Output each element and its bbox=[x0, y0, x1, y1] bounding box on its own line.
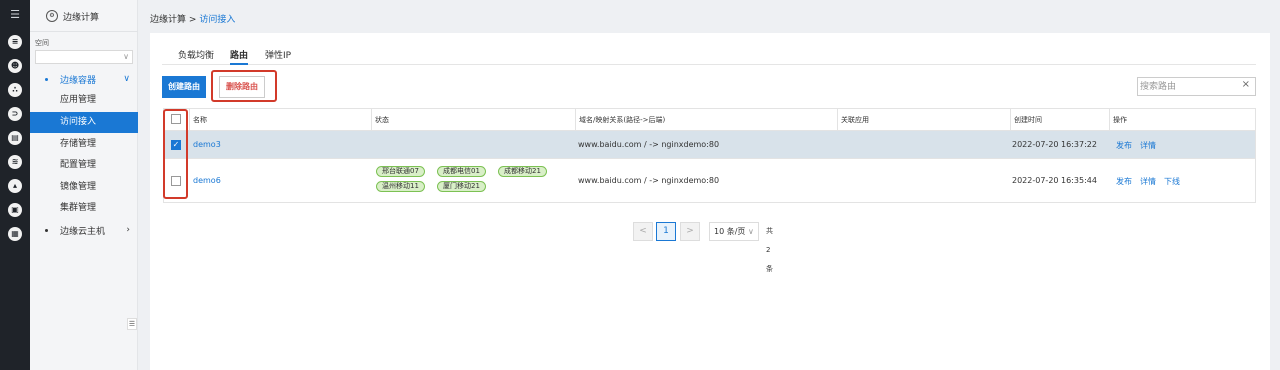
sidebar-group-edge-container[interactable]: 边缘容器 ∨ bbox=[30, 69, 138, 89]
database-icon[interactable]: ▤ bbox=[8, 131, 22, 145]
bullet-icon bbox=[45, 229, 48, 232]
app-name: 边缘计算 bbox=[63, 12, 100, 23]
chevron-down-icon: ∨ bbox=[123, 52, 129, 61]
sidebar-item-clusters[interactable]: 集群管理 bbox=[30, 198, 138, 219]
space-label: 空间 bbox=[35, 39, 49, 47]
delete-highlight-box bbox=[211, 70, 277, 102]
publish-link[interactable]: 发布 bbox=[1116, 176, 1132, 187]
breadcrumb-current: 访问接入 bbox=[199, 15, 236, 25]
bullet-icon bbox=[45, 78, 48, 81]
sidebar-item-images[interactable]: 镜像管理 bbox=[30, 177, 138, 198]
status-tag: 成都移动21 bbox=[498, 166, 547, 177]
main-card: 负载均衡 路由 弹性IP 创建路由 删除路由 × 名称 状态 域名/映射关系(路… bbox=[150, 33, 1270, 370]
space-select[interactable]: ∨ bbox=[35, 50, 133, 64]
storage-icon[interactable]: ≡ bbox=[8, 35, 22, 49]
total-count: 共2条 bbox=[766, 227, 773, 273]
column-header-status: 状态 bbox=[371, 109, 576, 131]
tab-route[interactable]: 路由 bbox=[230, 48, 249, 65]
column-header-actions: 操作 bbox=[1109, 109, 1255, 131]
layers-icon[interactable]: ≋ bbox=[8, 155, 22, 169]
menu-icon[interactable]: ☰ bbox=[8, 9, 22, 21]
sidebar-group-edge-vm[interactable]: 边缘云主机 › bbox=[30, 220, 138, 240]
network-icon[interactable]: ∴ bbox=[8, 83, 22, 97]
page-size-value: 10 条/页 bbox=[714, 227, 746, 236]
sidebar-item-storage[interactable]: 存储管理 bbox=[30, 134, 138, 155]
route-created-time: 2022-07-20 16:35:44 bbox=[1012, 176, 1097, 185]
collapse-sidebar-icon[interactable]: ☰ bbox=[127, 318, 137, 330]
column-header-mapping: 域名/映射关系(路径->后端) bbox=[575, 109, 837, 131]
status-tag: 温州移动11 bbox=[376, 181, 425, 192]
prev-page-button[interactable]: < bbox=[633, 222, 653, 241]
offline-link[interactable]: 下线 bbox=[1164, 176, 1180, 187]
edge-icon[interactable]: ⊃ bbox=[8, 107, 22, 121]
details-link[interactable]: 详情 bbox=[1140, 140, 1156, 151]
status-tag: 邢台联通07 bbox=[376, 166, 425, 177]
status-tag: 厦门移动21 bbox=[437, 181, 486, 192]
sidebar-group-label: 边缘容器 bbox=[60, 75, 97, 86]
robot-icon[interactable]: ☻ bbox=[8, 59, 22, 73]
page-1-button[interactable]: 1 bbox=[656, 222, 676, 241]
box-icon[interactable]: ▣ bbox=[8, 203, 22, 217]
route-name-link[interactable]: demo3 bbox=[193, 140, 221, 149]
device-icon[interactable]: ▦ bbox=[8, 227, 22, 241]
app-brand: ⚙ 边缘计算 bbox=[46, 8, 99, 24]
route-created-time: 2022-07-20 16:37:22 bbox=[1012, 140, 1097, 149]
sidebar: ⚙ 边缘计算 空间 ∨ 边缘容器 ∨ 应用管理 访问接入 存储管理 配置管理 镜… bbox=[30, 0, 138, 370]
cloud-icon[interactable]: ▴ bbox=[8, 179, 22, 193]
tab-load-balancer[interactable]: 负载均衡 bbox=[178, 48, 214, 65]
breadcrumb: 边缘计算 > 访问接入 bbox=[150, 12, 235, 25]
column-header-created: 创建时间 bbox=[1010, 109, 1110, 131]
table-row[interactable]: ✓ demo3 www.baidu.com / -> nginxdemo:80 … bbox=[164, 131, 1255, 159]
route-mapping: www.baidu.com / -> nginxdemo:80 bbox=[578, 176, 720, 185]
create-route-button[interactable]: 创建路由 bbox=[162, 76, 206, 98]
tab-bar: 负载均衡 路由 弹性IP bbox=[162, 45, 1256, 65]
tab-elastic-ip[interactable]: 弹性IP bbox=[265, 48, 291, 65]
sidebar-item-config[interactable]: 配置管理 bbox=[30, 155, 138, 176]
details-link[interactable]: 详情 bbox=[1140, 176, 1156, 187]
route-table: 名称 状态 域名/映射关系(路径->后端) 关联应用 创建时间 操作 ✓ dem… bbox=[163, 108, 1256, 203]
route-name-link[interactable]: demo6 bbox=[193, 176, 221, 185]
chevron-right-icon: › bbox=[126, 225, 130, 235]
chevron-down-icon: ∨ bbox=[745, 227, 754, 236]
publish-link[interactable]: 发布 bbox=[1116, 140, 1132, 151]
chevron-down-icon: ∨ bbox=[123, 74, 130, 84]
table-row[interactable]: demo6 邢台联通07 成都电信01 成都移动21 温州移动11 厦门移动21… bbox=[164, 160, 1255, 203]
sidebar-item-app-management[interactable]: 应用管理 bbox=[30, 90, 138, 111]
sidebar-group-label: 边缘云主机 bbox=[60, 226, 106, 237]
icon-rail: ☰ ≡ ☻ ∴ ⊃ ▤ ≋ ▴ ▣ ▦ bbox=[0, 0, 30, 370]
breadcrumb-root[interactable]: 边缘计算 bbox=[150, 15, 186, 25]
route-mapping: www.baidu.com / -> nginxdemo:80 bbox=[578, 140, 720, 149]
table-header: 名称 状态 域名/映射关系(路径->后端) 关联应用 创建时间 操作 bbox=[164, 109, 1255, 131]
checkbox-highlight-box bbox=[163, 109, 188, 199]
app-logo-icon: ⚙ bbox=[46, 10, 58, 22]
page-size-select[interactable]: 10 条/页 ∨ bbox=[709, 222, 759, 241]
search-input[interactable] bbox=[1140, 79, 1240, 94]
sidebar-divider bbox=[30, 31, 138, 32]
next-page-button[interactable]: > bbox=[680, 222, 700, 241]
clear-icon[interactable]: × bbox=[1242, 79, 1250, 90]
breadcrumb-separator: > bbox=[188, 15, 197, 25]
search-box: × bbox=[1137, 77, 1256, 96]
column-header-name: 名称 bbox=[189, 109, 394, 131]
status-tag: 成都电信01 bbox=[437, 166, 486, 177]
column-header-app: 关联应用 bbox=[837, 109, 1010, 131]
sidebar-item-access[interactable]: 访问接入 bbox=[30, 112, 138, 133]
